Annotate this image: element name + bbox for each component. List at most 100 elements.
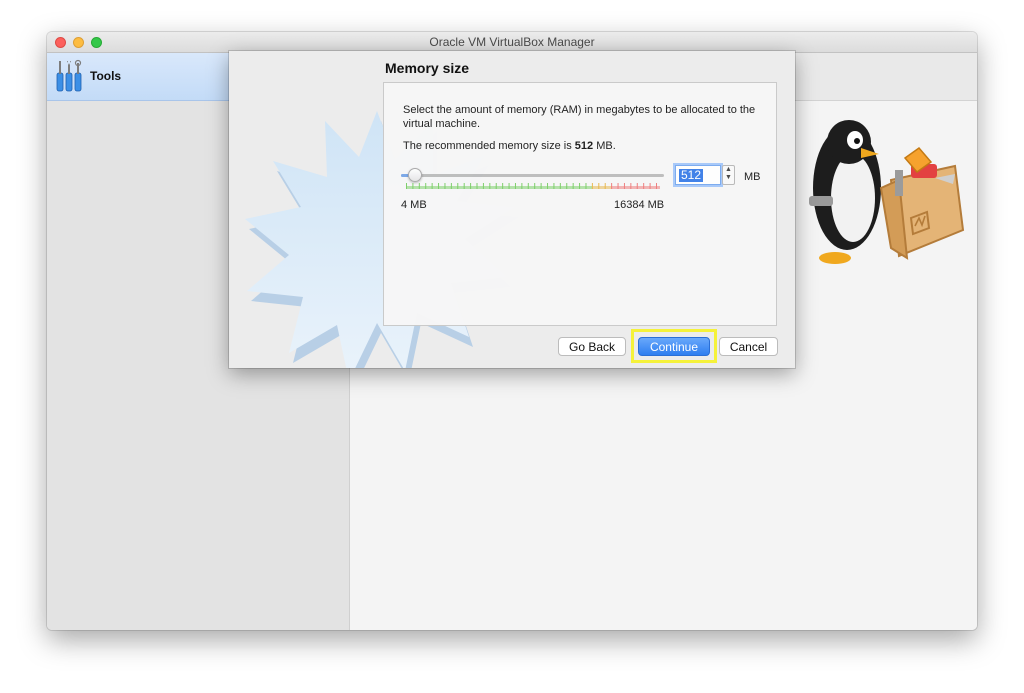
slider-tick bbox=[438, 183, 440, 189]
title-bar: Oracle VM VirtualBox Manager bbox=[47, 32, 977, 53]
slider-band-segment bbox=[482, 186, 490, 189]
slider-tick bbox=[604, 183, 606, 189]
recommended-memory-text: The recommended memory size is 512 MB. bbox=[403, 140, 616, 152]
slider-tick bbox=[540, 183, 542, 189]
tools-icon bbox=[56, 59, 82, 92]
slider-band-segment bbox=[630, 186, 638, 189]
slider-tick bbox=[470, 183, 472, 189]
memory-input-value: 512 bbox=[679, 168, 704, 182]
slider-band-segment bbox=[444, 186, 452, 189]
slider-tick bbox=[502, 183, 504, 189]
slider-tick bbox=[643, 183, 645, 189]
slider-band-segment bbox=[508, 186, 516, 189]
slider-tick bbox=[431, 183, 433, 189]
slider-tick bbox=[623, 183, 625, 189]
slider-band-segment bbox=[495, 186, 503, 189]
slider-tick bbox=[527, 183, 529, 189]
slider-band-segment bbox=[553, 186, 561, 189]
go-back-button[interactable]: Go Back bbox=[558, 337, 626, 356]
cancel-button[interactable]: Cancel bbox=[719, 337, 778, 356]
recommended-value: 512 bbox=[574, 140, 594, 152]
slider-band-segment bbox=[527, 186, 535, 189]
slider-band-segment bbox=[406, 186, 413, 189]
memory-stepper-arrows[interactable]: ▲ ▼ bbox=[722, 165, 735, 185]
slider-band-segment bbox=[534, 186, 542, 189]
slider-band-segment bbox=[547, 186, 554, 189]
recommended-suffix: MB. bbox=[593, 140, 616, 152]
slider-tick bbox=[457, 183, 459, 189]
slider-tick bbox=[534, 183, 536, 189]
slider-band-segment bbox=[463, 186, 471, 189]
slider-band-segment bbox=[489, 186, 497, 189]
slider-band-segment bbox=[604, 186, 612, 189]
slider-tick bbox=[559, 183, 561, 189]
slider-tick bbox=[489, 183, 491, 189]
slider-tick bbox=[406, 183, 407, 189]
slider-tick bbox=[521, 183, 523, 189]
slider-tick bbox=[566, 183, 568, 189]
memory-slider-ticks bbox=[406, 183, 660, 189]
recommended-prefix: The recommended memory size is bbox=[403, 140, 575, 152]
slider-band-segment bbox=[559, 186, 567, 189]
slider-band-segment bbox=[649, 186, 657, 189]
memory-slider-track[interactable] bbox=[401, 174, 664, 177]
slider-tick bbox=[579, 183, 581, 189]
slider-band-segment bbox=[572, 186, 580, 189]
slider-band-segment bbox=[591, 186, 599, 189]
continue-button[interactable]: Continue bbox=[638, 337, 710, 356]
slider-tick bbox=[444, 183, 446, 189]
slider-tick bbox=[450, 183, 452, 189]
slider-band-segment bbox=[636, 186, 644, 189]
slider-band-segment bbox=[623, 186, 631, 189]
slider-band-segment bbox=[450, 186, 458, 189]
tools-label: Tools bbox=[90, 69, 122, 83]
slider-tick bbox=[514, 183, 516, 189]
slider-band-segment bbox=[438, 186, 445, 189]
slider-min-label: 4 MB bbox=[401, 199, 427, 211]
slider-tick bbox=[547, 183, 549, 189]
slider-tick bbox=[656, 183, 657, 189]
slider-band-segment bbox=[412, 186, 420, 189]
memory-description: Select the amount of memory (RAM) in meg… bbox=[403, 104, 756, 130]
slider-tick bbox=[495, 183, 497, 189]
slider-tick bbox=[591, 183, 593, 189]
slider-band-segment bbox=[502, 186, 510, 189]
slider-band-segment bbox=[585, 186, 593, 189]
dialog-title: Memory size bbox=[385, 60, 470, 76]
slider-band-segment bbox=[566, 186, 574, 189]
slider-tick bbox=[630, 183, 632, 189]
chevron-down-icon[interactable]: ▼ bbox=[723, 174, 734, 182]
slider-band-segment bbox=[418, 186, 426, 189]
memory-panel: Select the amount of memory (RAM) in meg… bbox=[383, 82, 777, 326]
slider-tick bbox=[598, 183, 600, 189]
memory-slider-handle[interactable] bbox=[408, 168, 423, 182]
slider-band-segment bbox=[514, 186, 522, 189]
slider-tick bbox=[636, 183, 638, 189]
window-title: Oracle VM VirtualBox Manager bbox=[429, 35, 595, 49]
slider-band-segment bbox=[425, 186, 433, 189]
memory-unit-label: MB bbox=[744, 171, 761, 183]
slider-max-label: 16384 MB bbox=[614, 199, 665, 211]
slider-band-segment bbox=[521, 186, 529, 189]
memory-spinbox[interactable]: 512 ▲ ▼ bbox=[675, 165, 735, 187]
slider-tick bbox=[476, 183, 478, 189]
slider-tick bbox=[425, 183, 427, 189]
penguin-toolbox-illustration bbox=[809, 120, 965, 264]
memory-input[interactable]: 512 bbox=[675, 165, 721, 185]
slider-tick bbox=[611, 183, 613, 189]
slider-tick bbox=[412, 183, 414, 189]
chevron-up-icon[interactable]: ▲ bbox=[723, 166, 734, 174]
slider-band-segment bbox=[617, 186, 625, 189]
slider-tick bbox=[585, 183, 587, 189]
slider-tick bbox=[649, 183, 651, 189]
slider-band-segment bbox=[643, 186, 651, 189]
slider-band-segment bbox=[540, 186, 548, 189]
slider-band-segment bbox=[598, 186, 606, 189]
slider-tick bbox=[553, 183, 555, 189]
slider-band-segment bbox=[457, 186, 465, 189]
slider-tick bbox=[617, 183, 619, 189]
slider-tick bbox=[508, 183, 510, 189]
slider-band-segment bbox=[611, 186, 618, 189]
slider-band-segment bbox=[476, 186, 484, 189]
slider-band-segment bbox=[579, 186, 586, 189]
